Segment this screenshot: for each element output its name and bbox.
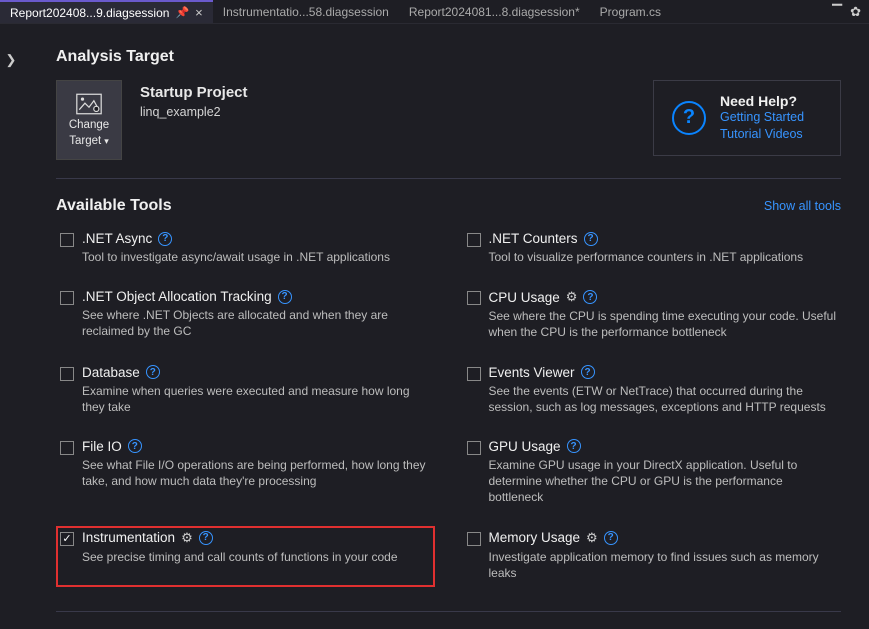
content-area: Analysis Target Change Target ▾ Startup … [22,24,869,629]
info-icon[interactable]: ? [581,365,595,379]
tool-name: GPU Usage [489,439,561,454]
analysis-target-heading: Analysis Target [56,48,841,66]
tool-description: See where the CPU is spending time execu… [489,308,838,340]
tool-events-viewer: Events Viewer? See the events (ETW or Net… [463,361,842,421]
change-target-label-2: Target [69,135,101,147]
help-title: Need Help? [720,93,804,109]
tool-description: Tool to investigate async/await usage in… [82,249,431,265]
tool-net-counters: .NET Counters? Tool to visualize performa… [463,227,842,271]
info-icon[interactable]: ? [584,232,598,246]
tool-gpu-usage: GPU Usage? Examine GPU usage in your Dire… [463,435,842,512]
chevron-down-icon: ▾ [104,136,109,147]
tab-instrumentation[interactable]: Instrumentatio...58.diagsession [213,0,399,23]
tools-grid: .NET Async? Tool to investigate async/awa… [56,227,841,587]
tool-checkbox-net-counters[interactable] [467,233,481,247]
tab-label: Program.cs [600,5,661,19]
info-icon[interactable]: ? [146,365,160,379]
tab-report-9[interactable]: Report202408...9.diagsession 📌 × [0,0,213,23]
tool-name: CPU Usage [489,290,560,305]
tool-checkbox-instrumentation[interactable] [60,532,74,546]
gear-icon[interactable]: ⚙ [181,530,193,546]
tool-name: Database [82,365,140,380]
gear-icon[interactable]: ✿ [850,4,861,20]
tool-name: Memory Usage [489,530,581,545]
tab-label: Instrumentatio...58.diagsession [223,5,389,19]
info-icon[interactable]: ? [199,531,213,545]
divider [56,178,841,179]
help-icon: ? [672,101,706,135]
tool-checkbox-memory-usage[interactable] [467,532,481,546]
tool-name: Instrumentation [82,530,175,545]
chevron-right-icon[interactable]: ❯ [6,52,17,629]
tool-checkbox-cpu-usage[interactable] [467,291,481,305]
window-position-icon[interactable]: ▔ [832,4,842,20]
tool-name: .NET Counters [489,231,578,246]
tool-name: .NET Object Allocation Tracking [82,289,272,304]
tool-checkbox-events-viewer[interactable] [467,367,481,381]
help-link-getting-started[interactable]: Getting Started [720,109,804,126]
help-card: ? Need Help? Getting Started Tutorial Vi… [653,80,841,156]
tool-file-io: File IO? See what File I/O operations are… [56,435,435,512]
change-target-label-1: Change [69,119,109,131]
info-icon[interactable]: ? [128,439,142,453]
change-target-button[interactable]: Change Target ▾ [56,80,122,160]
target-image-icon [76,93,102,115]
info-icon[interactable]: ? [583,290,597,304]
info-icon[interactable]: ? [278,290,292,304]
gear-icon[interactable]: ⚙ [566,289,578,305]
gear-icon[interactable]: ⚙ [586,530,598,546]
info-icon[interactable]: ? [158,232,172,246]
tool-cpu-usage: CPU Usage ⚙? See where the CPU is spending… [463,285,842,346]
pin-icon[interactable]: 📌 [175,6,189,19]
tool-checkbox-net-object-allocation-tracking[interactable] [60,291,74,305]
gutter: ❯ [0,24,22,629]
startup-title: Startup Project [140,84,248,101]
tool-instrumentation: Instrumentation ⚙? See precise timing and … [56,526,435,587]
tool-description: Examine when queries were executed and m… [82,383,431,415]
tool-description: See what File I/O operations are being p… [82,457,431,489]
tool-database: Database? Examine when queries were execu… [56,361,435,421]
tab-report-8[interactable]: Report2024081...8.diagsession* [399,0,590,23]
tool-description: Examine GPU usage in your DirectX applic… [489,457,838,506]
tool-name: Events Viewer [489,365,575,380]
tool-description: See precise timing and call counts of fu… [82,549,431,565]
tab-bar: Report202408...9.diagsession 📌 × Instrum… [0,0,869,24]
divider [56,611,841,612]
tab-program-cs[interactable]: Program.cs [590,0,671,23]
startup-project-info: Startup Project linq_example2 [140,80,248,119]
info-icon[interactable]: ? [604,531,618,545]
tool-description: See the events (ETW or NetTrace) that oc… [489,383,838,415]
tool-checkbox-file-io[interactable] [60,441,74,455]
tool-name: .NET Async [82,231,152,246]
tool-net-object-allocation-tracking: .NET Object Allocation Tracking? See wher… [56,285,435,346]
tool-checkbox-gpu-usage[interactable] [467,441,481,455]
tool-checkbox-net-async[interactable] [60,233,74,247]
help-link-tutorial-videos[interactable]: Tutorial Videos [720,126,804,143]
available-tools-heading: Available Tools [56,197,172,215]
tool-name: File IO [82,439,122,454]
tool-description: Tool to visualize performance counters i… [489,249,838,265]
tool-description: Investigate application memory to find i… [489,549,838,581]
tool-memory-usage: Memory Usage ⚙? Investigate application me… [463,526,842,587]
tool-description: See where .NET Objects are allocated and… [82,307,431,339]
tab-label: Report2024081...8.diagsession* [409,5,580,19]
close-icon[interactable]: × [195,5,203,20]
tool-net-async: .NET Async? Tool to investigate async/awa… [56,227,435,271]
info-icon[interactable]: ? [567,439,581,453]
startup-subtitle: linq_example2 [140,105,248,119]
show-all-tools-link[interactable]: Show all tools [764,199,841,213]
tool-checkbox-database[interactable] [60,367,74,381]
tab-label: Report202408...9.diagsession [10,6,169,20]
